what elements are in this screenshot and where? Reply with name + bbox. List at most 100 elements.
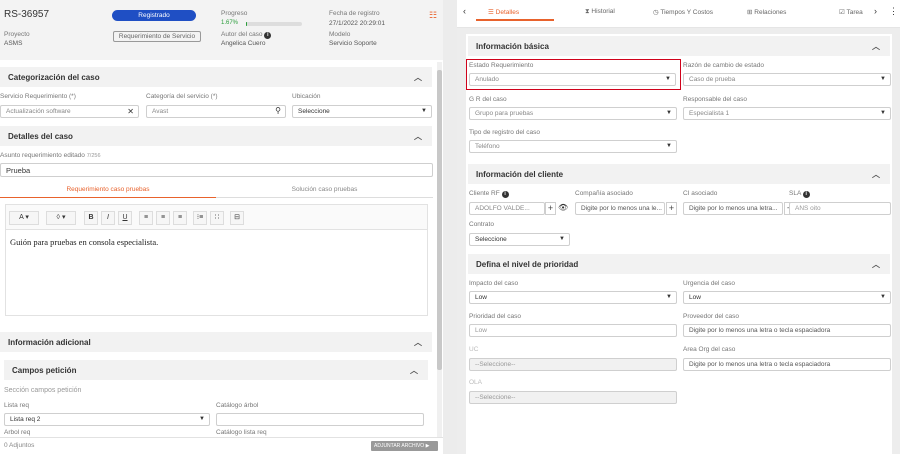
urgency-label: Urgencia del caso: [683, 280, 736, 287]
additional-info-section-header[interactable]: Información adicional ︿: [0, 332, 432, 352]
progress-label: Progreso: [221, 10, 248, 17]
chevron-up-icon[interactable]: ︿: [410, 365, 418, 376]
dropdown-arrow-icon: ▼: [880, 110, 886, 116]
date-label: Fecha de registro: [329, 10, 380, 17]
chevron-up-icon[interactable]: ︿: [414, 337, 422, 348]
scrollbar-track[interactable]: [437, 62, 442, 437]
tab-time-costs[interactable]: ◷ Tiempos Y Costos: [653, 8, 713, 16]
case-info-panel: ‹ ☰ Detalles ⧗ Historial ◷ Tiempos Y Cos…: [457, 0, 900, 454]
priority-title: Defina el nivel de prioridad: [476, 259, 579, 269]
model-value: Servicio Soporte: [329, 40, 377, 47]
service-cat-input[interactable]: Avast ⚲: [146, 105, 286, 118]
company-input[interactable]: Digite por lo menos una le...: [575, 202, 665, 215]
sla-input[interactable]: ANS oito: [789, 202, 891, 215]
add-client-icon[interactable]: +: [545, 202, 556, 215]
more-vert-icon[interactable]: ⋮: [889, 6, 898, 17]
client-rf-input[interactable]: ADOLFO VALDE...: [469, 202, 545, 215]
italic-button[interactable]: I: [101, 211, 115, 225]
chevron-left-icon[interactable]: ‹: [463, 6, 466, 16]
service-req-input[interactable]: Actualización software ✕: [0, 105, 139, 118]
chevron-up-icon[interactable]: ︿: [872, 259, 880, 270]
bold-button[interactable]: B: [84, 211, 98, 225]
clear-format-icon[interactable]: ⊟: [230, 211, 244, 225]
arbol-label: Arbol req: [4, 429, 31, 436]
tab-tasks[interactable]: ☑ Tarea: [839, 8, 863, 16]
urgency-select[interactable]: Low ▼: [683, 291, 891, 304]
service-request-button[interactable]: Requerimiento de Servicio: [113, 31, 201, 42]
view-client-icon[interactable]: 👁: [558, 203, 568, 212]
info-icon: i: [264, 32, 272, 39]
clear-icon[interactable]: ✕: [127, 107, 134, 116]
author-label: Autor del caso i: [221, 31, 272, 39]
add-company-icon[interactable]: +: [666, 202, 677, 215]
fields-section-header[interactable]: Campos petición ︿: [4, 360, 428, 380]
scrollbar-thumb[interactable]: [437, 70, 442, 370]
dropdown-arrow-icon: ▼: [666, 143, 672, 149]
tab-details-label: Detalles: [495, 9, 520, 16]
basic-info-title: Información básica: [476, 41, 549, 51]
ci-input[interactable]: Digite por lo menos una letra...: [683, 202, 783, 215]
resp-select[interactable]: Especialista 1 ▼: [683, 107, 891, 120]
priority-section-header[interactable]: Defina el nivel de prioridad ︿: [468, 254, 890, 274]
categorization-title: Categorización del caso: [8, 72, 100, 82]
chevron-up-icon[interactable]: ︿: [872, 169, 880, 180]
reason-select[interactable]: Caso de prueba ▼: [683, 73, 891, 86]
case-id: RS-36957: [4, 9, 50, 20]
align-right-icon[interactable]: ≡: [173, 211, 187, 225]
categorization-section-header[interactable]: Categorización del caso ︿: [0, 67, 432, 87]
location-select[interactable]: Seleccione ▼: [292, 105, 432, 118]
subject-input[interactable]: Prueba: [0, 163, 433, 177]
unordered-list-icon[interactable]: ∷: [210, 211, 224, 225]
impact-value: Low: [475, 294, 487, 301]
chevron-up-icon[interactable]: ︿: [872, 41, 880, 52]
reason-label: Razón de cambio de estado: [683, 62, 764, 69]
align-left-icon[interactable]: ≡: [139, 211, 153, 225]
menu-icon[interactable]: ☷: [429, 10, 437, 21]
priority-label: Prioridad del caso: [469, 313, 522, 320]
ordered-list-icon[interactable]: ⁝≡: [193, 211, 207, 225]
search-icon[interactable]: ⚲: [275, 106, 281, 115]
project-value: ASMS: [4, 40, 23, 47]
details-section-header[interactable]: Detalles del caso ︿: [0, 126, 432, 146]
basic-info-section-header[interactable]: Información básica ︿: [468, 36, 890, 56]
dropdown-arrow-icon: ▼: [880, 294, 886, 300]
attach-file-button[interactable]: ADJUNTAR ARCHIVO ▶: [371, 441, 438, 451]
tab-relations[interactable]: ⊞ Relaciones: [747, 8, 786, 16]
tab-solution[interactable]: Solución caso pruebas: [216, 183, 433, 198]
author-value: Angelica Cuero: [221, 40, 266, 47]
state-select[interactable]: Anulado ▼: [469, 73, 676, 86]
author-label-text: Autor del caso: [221, 31, 263, 38]
align-center-icon[interactable]: ≡: [156, 211, 170, 225]
company-label: Compañía asociado: [575, 190, 633, 197]
reg-type-select[interactable]: Teléfono ▼: [469, 140, 677, 153]
font-button[interactable]: A ▾: [9, 211, 39, 225]
chevron-right-icon[interactable]: ›: [874, 6, 877, 16]
contract-label: Contrato: [469, 221, 494, 228]
chevron-up-icon[interactable]: ︿: [414, 131, 422, 142]
group-select[interactable]: Grupo para pruebas ▼: [469, 107, 677, 120]
tab-requirement[interactable]: Requerimiento caso pruebas: [0, 183, 216, 198]
client-section-header[interactable]: Información del cliente ︿: [468, 164, 890, 184]
underline-button[interactable]: U: [118, 211, 132, 225]
area-input[interactable]: Digite por lo menos una letra o tecla es…: [683, 358, 891, 371]
chevron-up-icon[interactable]: ︿: [414, 72, 422, 83]
catalog-input[interactable]: [216, 413, 424, 426]
catalog-list-label: Catálogo lista req: [216, 429, 267, 436]
list-req-select[interactable]: Lista req 2 ▼: [4, 413, 210, 426]
contract-select[interactable]: Seleccione ▼: [469, 233, 570, 246]
fields-title: Campos petición: [12, 365, 77, 375]
tab-history[interactable]: ⧗ Historial: [585, 8, 615, 16]
impact-select[interactable]: Low ▼: [469, 291, 677, 304]
urgency-value: Low: [689, 294, 701, 301]
provider-input[interactable]: Digite por lo menos una letra o tecla es…: [683, 324, 891, 337]
subject-label-text: Asunto requerimiento editado: [0, 152, 85, 159]
color-button[interactable]: ◊ ▾: [46, 211, 76, 225]
rich-text-editor[interactable]: Guión para pruebas en consola especialis…: [5, 229, 428, 316]
sla-label-text: SLA: [789, 190, 801, 197]
client-rf-label: Cliente RF i: [469, 190, 509, 198]
fields-subtitle: Sección campos petición: [4, 387, 82, 394]
case-detail-panel: RS-36957 Registrado Progreso 1.67% Fecha…: [0, 0, 443, 454]
state-label: Estado Requerimiento: [469, 62, 534, 69]
tab-details[interactable]: ☰ Detalles: [488, 8, 519, 16]
active-tab-indicator: [476, 19, 554, 21]
